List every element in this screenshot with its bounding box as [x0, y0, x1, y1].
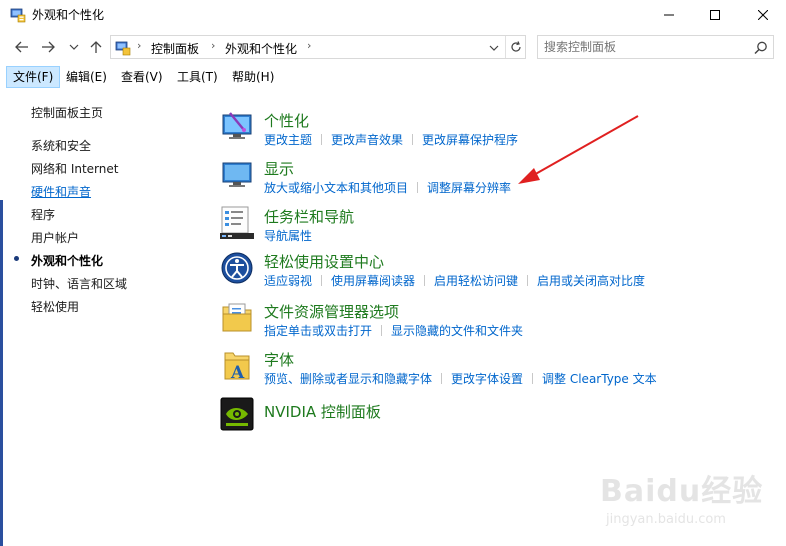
address-bar[interactable]: › 控制面板 › 外观和个性化 › [110, 35, 526, 59]
window-edge-decoration [0, 200, 3, 546]
close-button[interactable] [740, 0, 786, 30]
recent-locations-button[interactable] [64, 36, 84, 58]
category-title-ease-of-access[interactable]: 轻松使用设置中心 [264, 251, 384, 272]
window-title: 外观和个性化 [32, 8, 105, 22]
link-separator [381, 325, 383, 336]
category-title-personalization[interactable]: 个性化 [264, 110, 309, 131]
link-separator [441, 373, 443, 384]
left-navigation-pane: 控制面板主页 系统和安全 网络和 Internet 硬件和声音 程序 用户帐户 … [0, 96, 200, 546]
maximize-icon [710, 10, 720, 20]
menu-view[interactable]: 查看(V) [115, 66, 169, 88]
sidebar-item-hardware-sound[interactable]: 硬件和声音 [31, 183, 91, 200]
link-separator [321, 134, 323, 145]
link-zoom-text[interactable]: 放大或缩小文本和其他项目 [264, 181, 408, 195]
link-low-vision[interactable]: 适应弱视 [264, 274, 312, 288]
folder-options-icon[interactable] [220, 301, 254, 335]
close-icon [758, 10, 768, 20]
link-change-sounds[interactable]: 更改声音效果 [331, 133, 403, 147]
search-input[interactable] [544, 39, 744, 55]
link-screen-reader[interactable]: 使用屏幕阅读器 [331, 274, 415, 288]
baidu-watermark: Baidu经验 jingyan.baidu.com [600, 466, 786, 546]
sidebar-item-system-security[interactable]: 系统和安全 [31, 137, 91, 154]
link-font-settings[interactable]: 更改字体设置 [451, 372, 523, 386]
link-navigation-properties[interactable]: 导航属性 [264, 229, 312, 243]
link-separator [424, 275, 426, 286]
watermark-brand: Baidu经验 [600, 474, 764, 509]
menu-edit[interactable]: 编辑(E) [60, 66, 113, 88]
category-title-taskbar[interactable]: 任务栏和导航 [264, 206, 354, 227]
breadcrumb-separator-icon: › [211, 39, 216, 52]
breadcrumb-control-panel[interactable]: 控制面板 [151, 40, 199, 57]
control-panel-icon [115, 41, 131, 56]
fonts-icon[interactable]: A [220, 349, 254, 383]
up-arrow-icon [90, 41, 102, 53]
category-links-personalization: 更改主题 更改声音效果 更改屏幕保护程序 [264, 131, 518, 148]
menu-tools[interactable]: 工具(T) [171, 66, 224, 88]
ease-of-access-icon[interactable] [220, 251, 254, 285]
breadcrumb-separator-icon: › [137, 39, 142, 52]
search-icon[interactable] [753, 40, 769, 56]
maximize-button[interactable] [692, 0, 738, 30]
link-adjust-resolution[interactable]: 调整屏幕分辨率 [427, 181, 511, 195]
watermark-url: jingyan.baidu.com [606, 512, 726, 527]
sidebar-item-ease-of-access[interactable]: 轻松使用 [31, 298, 79, 315]
category-links-display: 放大或缩小文本和其他项目 调整屏幕分辨率 [264, 179, 511, 196]
menu-bar: 文件(F) 编辑(E) 查看(V) 工具(T) 帮助(H) [0, 66, 786, 88]
current-item-bullet [14, 256, 19, 261]
category-links-ease-of-access: 适应弱视 使用屏幕阅读器 启用轻松访问键 启用或关闭高对比度 [264, 272, 645, 289]
link-access-keys[interactable]: 启用轻松访问键 [434, 274, 518, 288]
sidebar-item-appearance[interactable]: 外观和个性化 [31, 252, 103, 269]
link-single-double-click[interactable]: 指定单击或双击打开 [264, 324, 372, 338]
taskbar-icon[interactable] [220, 206, 254, 240]
address-history-button[interactable] [485, 39, 503, 57]
display-icon[interactable] [220, 158, 254, 192]
link-change-theme[interactable]: 更改主题 [264, 133, 312, 147]
link-separator [417, 182, 419, 193]
category-links-taskbar: 导航属性 [264, 227, 312, 244]
forward-button[interactable] [38, 36, 58, 58]
personalization-icon[interactable] [220, 110, 254, 144]
control-panel-icon [10, 8, 26, 23]
category-links-file-explorer-options: 指定单击或双击打开 显示隐藏的文件和文件夹 [264, 322, 523, 339]
sidebar-item-clock-region[interactable]: 时钟、语言和区域 [31, 275, 127, 292]
up-button[interactable] [86, 36, 106, 58]
back-arrow-icon [15, 41, 28, 53]
link-separator [412, 134, 414, 145]
link-separator [532, 373, 534, 384]
breadcrumb-appearance[interactable]: 外观和个性化 [225, 40, 297, 57]
sidebar-item-user-accounts[interactable]: 用户帐户 [31, 229, 79, 246]
sidebar-item-home[interactable]: 控制面板主页 [31, 104, 103, 121]
category-links-fonts: 预览、删除或者显示和隐藏字体 更改字体设置 调整 ClearType 文本 [264, 370, 657, 387]
link-high-contrast[interactable]: 启用或关闭高对比度 [537, 274, 645, 288]
link-show-hidden-files[interactable]: 显示隐藏的文件和文件夹 [391, 324, 523, 338]
link-cleartype[interactable]: 调整 ClearType 文本 [542, 372, 657, 386]
address-row: › 控制面板 › 外观和个性化 › [0, 32, 786, 62]
category-title-file-explorer-options[interactable]: 文件资源管理器选项 [264, 301, 399, 322]
nvidia-icon[interactable] [220, 397, 254, 431]
minimize-button[interactable] [646, 0, 692, 30]
category-title-fonts[interactable]: 字体 [264, 349, 294, 370]
title-bar: 外观和个性化 [0, 0, 786, 30]
category-title-display[interactable]: 显示 [264, 158, 294, 179]
link-separator [321, 275, 323, 286]
svg-text:A: A [230, 363, 245, 383]
sidebar-item-network[interactable]: 网络和 Internet [31, 160, 118, 177]
chevron-down-icon [69, 44, 79, 50]
category-title-nvidia[interactable]: NVIDIA 控制面板 [264, 401, 381, 422]
menu-help[interactable]: 帮助(H) [226, 66, 280, 88]
annotation-arrow-icon [518, 115, 639, 184]
breadcrumb-separator-icon[interactable]: › [307, 39, 311, 52]
link-preview-fonts[interactable]: 预览、删除或者显示和隐藏字体 [264, 372, 432, 386]
search-box[interactable] [537, 35, 774, 59]
refresh-icon [510, 41, 521, 52]
minimize-icon [664, 14, 674, 16]
sidebar-item-programs[interactable]: 程序 [31, 206, 55, 223]
forward-arrow-icon [42, 41, 55, 53]
chevron-down-icon [489, 45, 499, 51]
link-separator [527, 275, 529, 286]
back-button[interactable] [12, 36, 32, 58]
refresh-button[interactable] [505, 36, 525, 58]
menu-file[interactable]: 文件(F) [6, 66, 61, 88]
